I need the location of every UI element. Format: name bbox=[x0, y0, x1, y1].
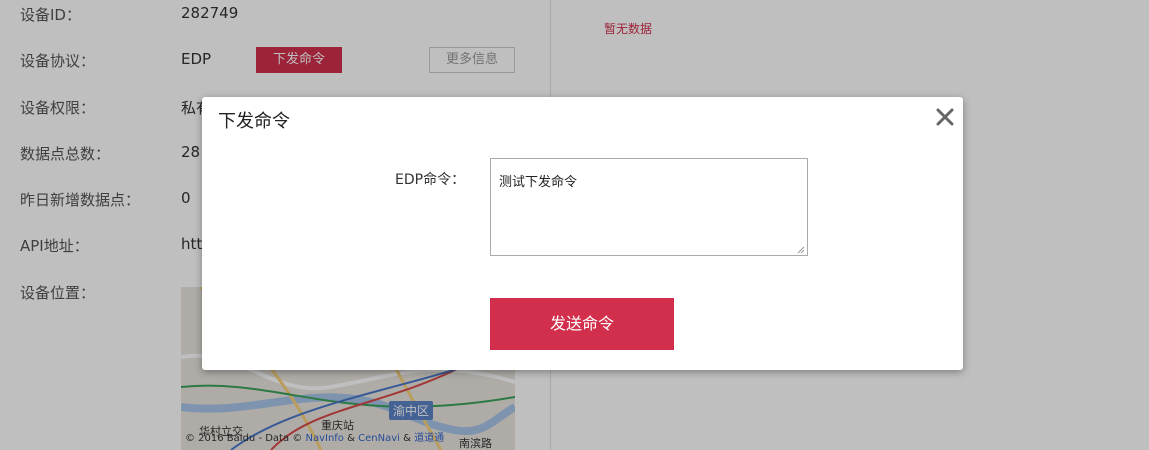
edp-command-input[interactable]: 测试下发命令 bbox=[490, 158, 808, 256]
resize-grip-icon[interactable] bbox=[796, 245, 805, 254]
dialog-title: 下发命令 bbox=[218, 111, 290, 132]
edp-command-label: EDP命令： bbox=[395, 172, 466, 188]
send-command-dialog: 下发命令 EDP命令： 测试下发命令 发送命令 bbox=[202, 97, 963, 370]
send-command-submit-button[interactable]: 发送命令 bbox=[490, 298, 674, 350]
close-icon[interactable] bbox=[934, 106, 956, 128]
